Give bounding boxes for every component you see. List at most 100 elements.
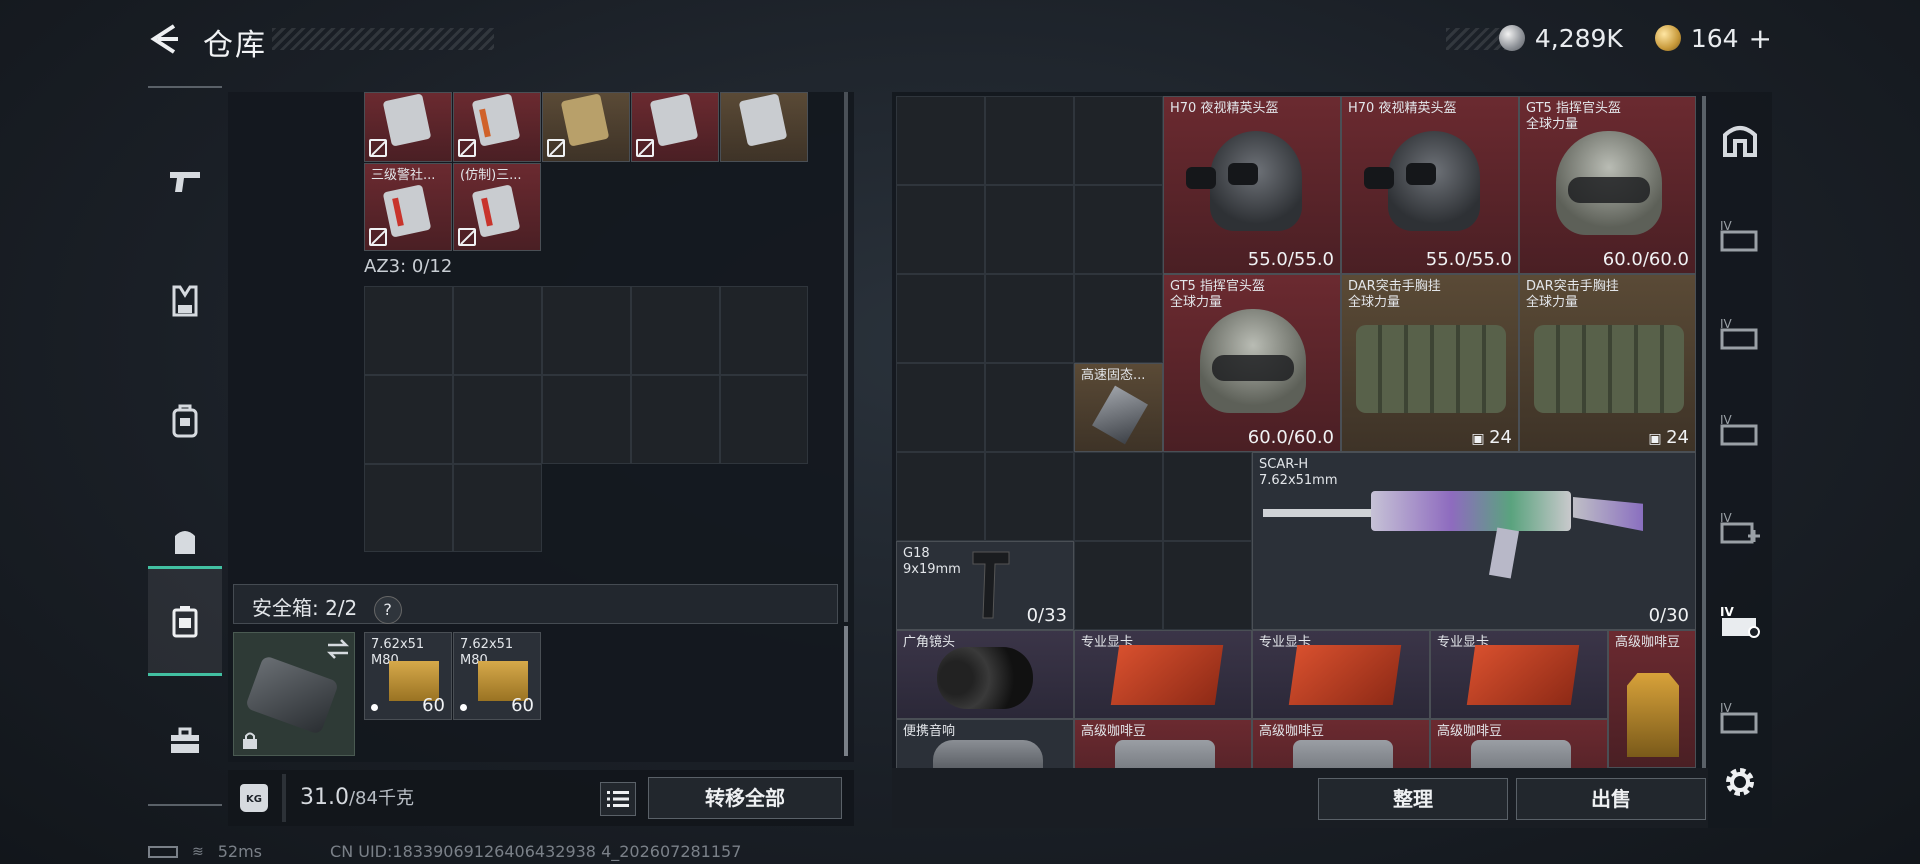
- ping-value: 52ms: [217, 842, 263, 861]
- wide-angle-lens-icon: [937, 647, 1033, 709]
- grid-cell[interactable]: [1163, 541, 1252, 630]
- inventory-item[interactable]: [364, 92, 452, 162]
- chest-rig-icon: [1356, 325, 1506, 413]
- left-scrollbar-lower[interactable]: [844, 626, 848, 756]
- weight-value: 31.0: [300, 785, 349, 810]
- grid-cell[interactable]: [631, 286, 720, 375]
- grid-cell[interactable]: [896, 452, 985, 541]
- swap-icon[interactable]: [326, 639, 350, 659]
- loot-item[interactable]: 高级咖啡豆: [1608, 630, 1696, 768]
- helmet-item[interactable]: H70 夜视精英头盔 55.0/55.0: [1163, 96, 1341, 274]
- expansion-tab[interactable]: IV: [1718, 506, 1762, 550]
- transfer-all-button[interactable]: 转移全部: [648, 777, 842, 819]
- grid-cell[interactable]: [896, 96, 985, 185]
- loot-item[interactable]: 高级咖啡豆: [1252, 719, 1430, 768]
- nav-toolbox[interactable]: [148, 686, 222, 796]
- g18-pistol-icon: [972, 551, 1010, 619]
- ssd-icon: [1092, 385, 1148, 445]
- grid-cell[interactable]: [453, 375, 542, 464]
- nav-safebox[interactable]: [148, 566, 222, 676]
- loot-item[interactable]: 高级咖啡豆: [1430, 719, 1608, 768]
- helmet-item[interactable]: H70 夜视精英头盔 55.0/55.0: [1341, 96, 1519, 274]
- right-scrollbar[interactable]: [1702, 96, 1706, 768]
- inventory-item[interactable]: [542, 92, 630, 162]
- inventory-item[interactable]: [631, 92, 719, 162]
- expansion-tab[interactable]: IV: [1718, 312, 1762, 356]
- expansion-tab-active[interactable]: IV: [1718, 600, 1762, 644]
- inventory-item[interactable]: [720, 92, 808, 162]
- safebox-title: 安全箱: 2/2: [252, 596, 358, 620]
- nvg-lens: [1228, 163, 1258, 185]
- helmet-item[interactable]: GT5 指挥官头盔 全球力量 60.0/60.0: [1163, 274, 1341, 452]
- grid-cell[interactable]: [453, 464, 542, 552]
- safebox-item[interactable]: 7.62x51 M80 60: [453, 632, 541, 720]
- chest-rig-item[interactable]: DAR突击手胸挂 全球力量 ▣ 24: [1341, 274, 1519, 452]
- lock-badge-icon: [369, 228, 387, 246]
- grid-cell[interactable]: [985, 363, 1074, 452]
- grid-cell[interactable]: [542, 375, 631, 464]
- grid-cell[interactable]: [896, 185, 985, 274]
- grid-cell[interactable]: [1163, 452, 1252, 541]
- grid-cell[interactable]: [985, 185, 1074, 274]
- loot-item[interactable]: 专业显卡: [1252, 630, 1430, 719]
- nav-vest[interactable]: [148, 246, 222, 356]
- sort-button[interactable]: 整理: [1318, 778, 1508, 820]
- grid-cell[interactable]: [985, 96, 1074, 185]
- help-button[interactable]: ?: [373, 596, 402, 624]
- loot-item[interactable]: 专业显卡: [1074, 630, 1252, 719]
- expansion-box-icon: IV: [1720, 413, 1758, 446]
- durability-value: 60.0/60.0: [1602, 249, 1689, 270]
- grid-cell[interactable]: [896, 274, 985, 363]
- rifle-item[interactable]: SCAR-H 7.62x51mm 0/30: [1252, 452, 1696, 630]
- grid-cell[interactable]: [542, 286, 631, 375]
- settings-button[interactable]: [1718, 760, 1762, 804]
- grid-cell[interactable]: [1074, 96, 1163, 185]
- inventory-item[interactable]: 三级警社...: [364, 163, 452, 251]
- loot-item[interactable]: 便携音响: [896, 719, 1074, 768]
- left-scrollbar[interactable]: [844, 92, 848, 622]
- expansion-tab[interactable]: IV: [1718, 214, 1762, 258]
- inventory-item[interactable]: [453, 92, 541, 162]
- grid-cell[interactable]: [364, 375, 453, 464]
- back-arrow-icon[interactable]: [148, 22, 182, 56]
- dot-indicator: [371, 704, 378, 711]
- chest-rig-item[interactable]: DAR突击手胸挂 全球力量 ▣ 24: [1519, 274, 1696, 452]
- add-currency-button[interactable]: +: [1749, 22, 1772, 55]
- rifle-suppressor: [1263, 509, 1373, 517]
- durability-value: 55.0/55.0: [1425, 249, 1512, 270]
- safebox-container[interactable]: [233, 632, 355, 756]
- grid-cell[interactable]: [985, 452, 1074, 541]
- sell-button[interactable]: 出售: [1516, 778, 1706, 820]
- grid-cell[interactable]: [1074, 452, 1163, 541]
- helmet-item[interactable]: GT5 指挥官头盔 全球力量 60.0/60.0: [1519, 96, 1696, 274]
- inventory-item[interactable]: (仿制)三...: [453, 163, 541, 251]
- grid-cell[interactable]: [720, 286, 808, 375]
- ssd-item[interactable]: 高速固态...: [1074, 363, 1163, 452]
- grid-cell[interactable]: [364, 464, 453, 552]
- silver-amount: 4,289K: [1534, 23, 1623, 53]
- nav-backpack[interactable]: [148, 366, 222, 476]
- loot-item[interactable]: 专业显卡: [1430, 630, 1608, 719]
- expansion-tab[interactable]: IV: [1718, 408, 1762, 452]
- list-view-button[interactable]: [600, 782, 636, 816]
- item-name: SCAR-H 7.62x51mm: [1259, 457, 1338, 488]
- grid-cell[interactable]: [453, 286, 542, 375]
- grid-cell[interactable]: [1074, 185, 1163, 274]
- keycard-icon: [382, 184, 432, 238]
- grid-cell[interactable]: [631, 375, 720, 464]
- grid-cell[interactable]: [1074, 274, 1163, 363]
- divider: [282, 774, 286, 822]
- az3-grid: [364, 286, 808, 552]
- grid-cell[interactable]: [985, 274, 1074, 363]
- expansion-tab[interactable]: IV: [1718, 696, 1762, 740]
- grid-cell[interactable]: [364, 286, 453, 375]
- nav-weapon[interactable]: [148, 126, 222, 236]
- grid-cell[interactable]: [896, 363, 985, 452]
- loot-item[interactable]: 高级咖啡豆: [1074, 719, 1252, 768]
- safebox-item[interactable]: 7.62x51 M80 60: [364, 632, 452, 720]
- grid-cell[interactable]: [1074, 541, 1163, 630]
- storage-tab[interactable]: [1718, 118, 1762, 162]
- pistol-item[interactable]: G18 9x19mm 0/33: [896, 541, 1074, 630]
- loot-item[interactable]: 广角镜头: [896, 630, 1074, 719]
- grid-cell[interactable]: [720, 375, 808, 464]
